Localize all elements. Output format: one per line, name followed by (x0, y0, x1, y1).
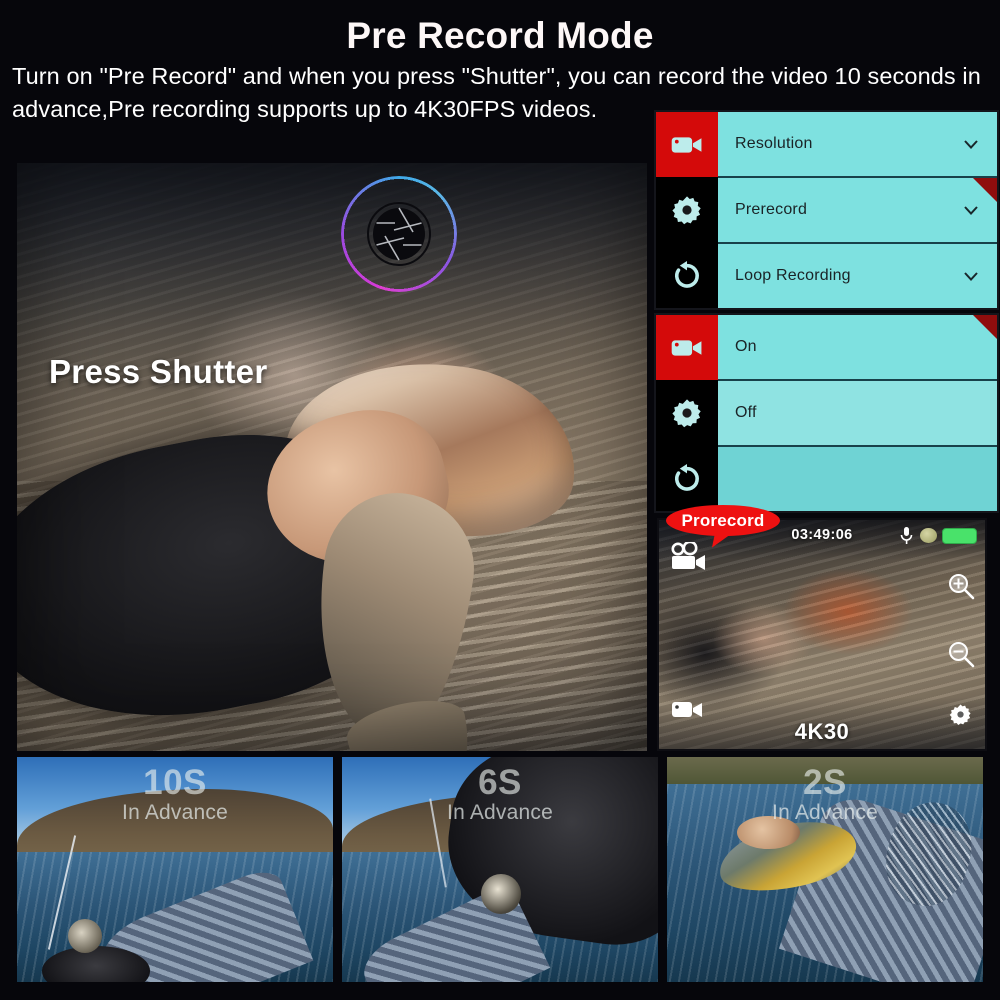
zoom-in-icon[interactable] (947, 572, 975, 600)
menu-row-label: Prerecord (735, 201, 808, 218)
sidebar-item-loop[interactable] (656, 446, 718, 511)
aperture-shutter-icon[interactable] (367, 202, 431, 266)
press-shutter-label: Press Shutter (49, 353, 268, 390)
chevron-down-icon[interactable] (961, 134, 981, 154)
menu-option-label: On (735, 338, 757, 355)
thumbnail-scene (17, 757, 333, 982)
menu-option-empty[interactable] (718, 447, 997, 511)
menu-sidebar-2 (656, 315, 718, 511)
video-camera-icon (671, 340, 702, 356)
menu-option-off[interactable]: Off (718, 381, 997, 447)
chevron-down-icon[interactable] (961, 266, 981, 286)
loop-recording-icon (675, 261, 699, 289)
resolution-badge: 4K30 (794, 719, 850, 744)
page-title: Pre Record Mode (346, 15, 654, 56)
corner-cut-marker (973, 315, 997, 339)
menu-rows-2: On Off (718, 315, 997, 511)
menu-row-resolution[interactable]: Resolution (718, 112, 997, 178)
menu-option-label: Off (735, 404, 757, 421)
sidebar-item-video[interactable] (656, 112, 718, 178)
battery-full-icon (942, 528, 977, 544)
settings-menu-panel-2[interactable]: On Off (654, 313, 999, 513)
movie-camera-icon (671, 542, 705, 570)
gear-icon (672, 399, 701, 428)
thumbnail-scene (342, 757, 658, 982)
microphone-icon (900, 527, 913, 544)
settings-menu-panel-1[interactable]: Resolution Prerecord Loop Recording (654, 110, 999, 310)
camera-preview-screen[interactable]: 03:49:06 4K30 (657, 518, 987, 751)
menu-sidebar-1 (656, 112, 718, 308)
sidebar-item-video[interactable] (656, 315, 718, 381)
chevron-down-icon[interactable] (961, 200, 981, 220)
prorecord-callout: Prorecord (666, 505, 780, 536)
gear-icon (672, 196, 701, 225)
hero-vignette (17, 163, 647, 751)
menu-row-label: Resolution (735, 135, 813, 152)
loop-recording-icon (675, 464, 699, 492)
promo-page: Pre Record Mode Turn on "Pre Record" and… (0, 0, 1000, 1000)
menu-row-prerecord[interactable]: Prerecord (718, 178, 997, 244)
sidebar-item-loop[interactable] (656, 243, 718, 308)
hero-image: Press Shutter (17, 163, 647, 751)
thumbnail-10s[interactable]: 10S In Advance (17, 757, 333, 982)
zoom-out-icon[interactable] (947, 640, 975, 668)
video-camera-icon[interactable] (671, 699, 703, 721)
thumbnail-6s[interactable]: 6S In Advance (342, 757, 658, 982)
thumbnail-scene (667, 757, 983, 982)
sidebar-item-settings[interactable] (656, 380, 718, 445)
menu-row-label: Loop Recording (735, 267, 851, 284)
sidebar-item-settings[interactable] (656, 177, 718, 242)
thumbnail-2s[interactable]: 2S In Advance (667, 757, 983, 982)
sd-card-icon (920, 528, 937, 543)
thumbnail-strip: 10S In Advance 6S In Advance 2S In Advan… (17, 757, 983, 982)
menu-rows-1: Resolution Prerecord Loop Recording (718, 112, 997, 308)
corner-cut-marker (973, 178, 997, 202)
prorecord-callout-label: Prorecord (681, 510, 765, 530)
video-camera-icon (671, 137, 702, 153)
menu-option-on[interactable]: On (718, 315, 997, 381)
menu-row-loop-recording[interactable]: Loop Recording (718, 244, 997, 308)
